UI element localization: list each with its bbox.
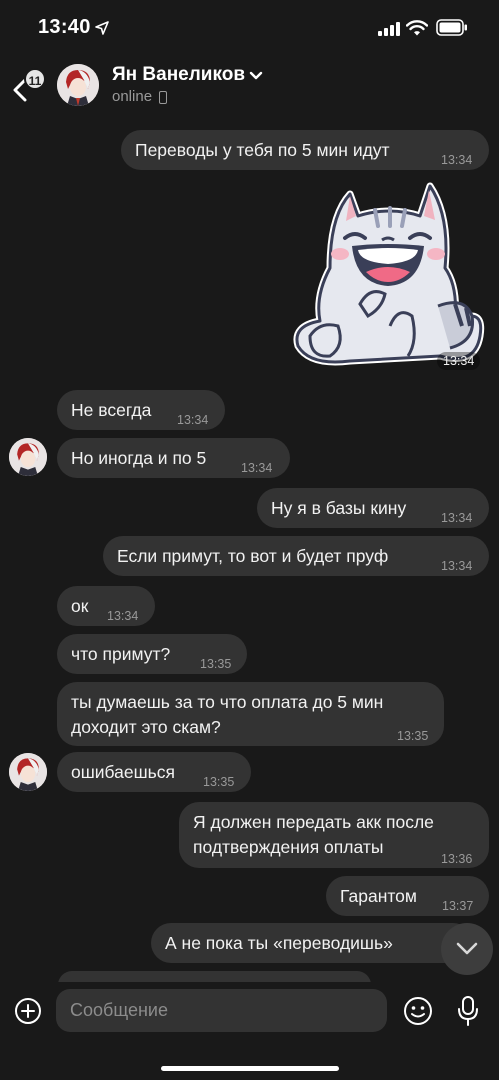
mobile-device-icon [159, 91, 167, 104]
message-input[interactable] [56, 989, 387, 1032]
message-bubble-outgoing[interactable]: Ну я в базы кину 13:34 [257, 488, 489, 528]
location-arrow-icon [95, 21, 109, 35]
scroll-to-bottom-button[interactable] [441, 923, 493, 975]
contact-status: online [112, 88, 153, 105]
partial-message-bubble [58, 971, 371, 982]
laughing-cat-sticker[interactable] [290, 176, 485, 376]
message-time: 13:34 [441, 559, 473, 573]
sender-avatar[interactable] [9, 438, 47, 476]
message-bubble-incoming[interactable]: ошибаешься 13:35 [57, 752, 251, 792]
microphone-icon[interactable] [456, 995, 480, 1027]
message-bubble-outgoing[interactable]: Переводы у тебя по 5 мин идут 13:34 [121, 130, 489, 170]
message-bubble-outgoing[interactable]: Если примут, то вот и будет пруф 13:34 [103, 536, 489, 576]
avatar-image [57, 64, 99, 106]
message-text: Но иногда и по 5 [71, 448, 207, 468]
message-text: что примут? [71, 644, 171, 664]
chat-header: 11 Ян Ванеликов online [0, 56, 499, 120]
message-time: 13:34 [107, 609, 139, 623]
avatar-image [9, 753, 47, 791]
message-bubble-incoming[interactable]: что примут? 13:35 [57, 634, 247, 674]
message-text: Не всегда [71, 400, 152, 420]
message-time: 13:37 [442, 899, 474, 913]
chevron-down-icon [456, 942, 478, 955]
unread-count-badge: 11 [24, 68, 46, 90]
emoji-icon[interactable] [403, 996, 433, 1026]
back-button[interactable]: 11 [10, 64, 46, 104]
wifi-icon [406, 20, 428, 36]
message-time: 13:34 [441, 153, 473, 167]
message-time: 13:35 [200, 657, 232, 671]
chevron-down-icon[interactable] [249, 71, 263, 81]
contact-avatar[interactable] [57, 64, 99, 106]
message-text: ок [71, 596, 89, 616]
home-indicator [161, 1066, 339, 1071]
message-text: ты думаешь за то что оплата до 5 мин дох… [71, 692, 384, 737]
cellular-signal-icon [378, 22, 400, 36]
message-bubble-outgoing[interactable]: Я должен передать акк после подтверждени… [179, 802, 489, 868]
message-time: 13:36 [441, 852, 473, 866]
message-time: 13:35 [397, 729, 429, 743]
message-text: Переводы у тебя по 5 мин идут [135, 140, 390, 160]
status-bar: 13:40 [0, 0, 499, 56]
message-bubble-outgoing[interactable]: Гарантом 13:37 [326, 876, 489, 916]
message-bubble-incoming[interactable]: Но иногда и по 5 13:34 [57, 438, 290, 478]
message-composer [0, 982, 499, 1080]
message-text: ошибаешься [71, 762, 176, 782]
message-text: Я должен передать акк после подтверждени… [193, 812, 434, 857]
avatar-image [9, 438, 47, 476]
message-text: Гарантом [340, 886, 417, 906]
message-bubble-incoming[interactable]: Не всегда 13:34 [57, 390, 225, 430]
sender-avatar[interactable] [9, 753, 47, 791]
message-bubble-outgoing[interactable]: А не пока ты «переводишь» [151, 923, 473, 963]
message-text: А не пока ты «переводишь» [165, 933, 393, 953]
contact-name[interactable]: Ян Ванеликов [112, 64, 245, 86]
message-time: 13:34 [241, 461, 273, 475]
sticker-time: 13:34 [437, 352, 481, 370]
message-time: 13:34 [441, 511, 473, 525]
message-bubble-incoming[interactable]: ок 13:34 [57, 586, 155, 626]
message-list[interactable]: Переводы у тебя по 5 мин идут 13:34 13:3… [0, 120, 499, 982]
message-bubble-incoming[interactable]: ты думаешь за то что оплата до 5 мин дох… [57, 682, 444, 746]
status-time: 13:40 [38, 16, 91, 38]
add-attachment-icon[interactable] [14, 997, 42, 1025]
message-time: 13:35 [203, 775, 235, 789]
message-time: 13:34 [177, 413, 209, 427]
battery-icon [436, 19, 467, 36]
message-text: Ну я в базы кину [271, 498, 407, 518]
message-text: Если примут, то вот и будет пруф [117, 546, 389, 566]
